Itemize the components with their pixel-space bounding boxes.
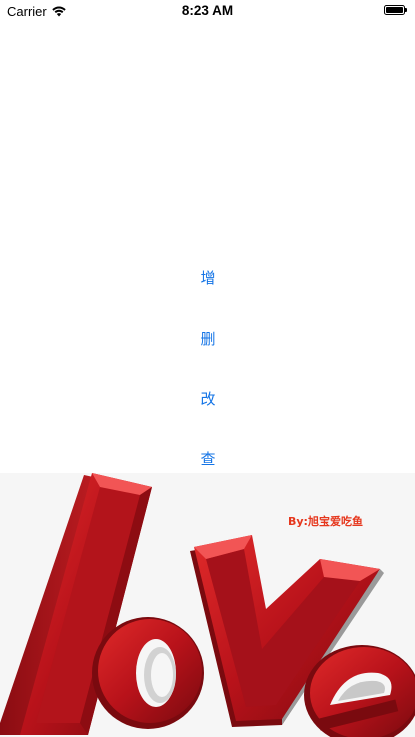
love-image: By:旭宝爱吃鱼 [0, 473, 415, 737]
letter-o [92, 617, 204, 729]
status-bar: Carrier 8:23 AM [0, 0, 415, 22]
credit-text: By:旭宝爱吃鱼 [288, 515, 363, 528]
clock: 8:23 AM [181, 3, 234, 18]
query-button[interactable]: 查 [187, 443, 229, 475]
delete-button[interactable]: 删 [187, 323, 229, 355]
battery-icon [384, 5, 408, 16]
add-button[interactable]: 增 [187, 262, 229, 294]
app-screen: Carrier 8:23 AM 增 删 改 查 By:旭宝爱吃鱼 [0, 0, 415, 737]
edit-button[interactable]: 改 [187, 383, 229, 415]
